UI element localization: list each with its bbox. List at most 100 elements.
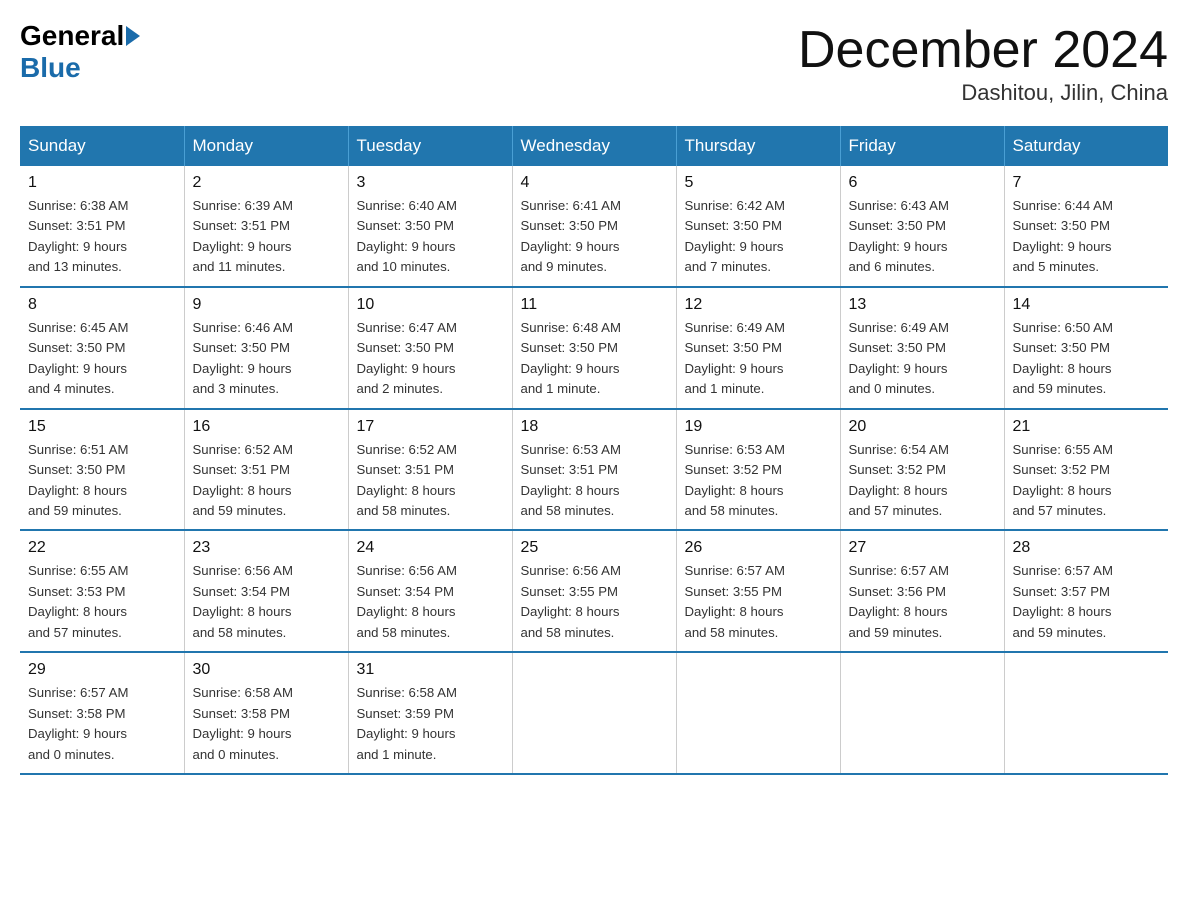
calendar-cell: 1 Sunrise: 6:38 AM Sunset: 3:51 PM Daylig… xyxy=(20,166,184,287)
day-info: Sunrise: 6:50 AM Sunset: 3:50 PM Dayligh… xyxy=(1013,318,1161,400)
day-number: 25 xyxy=(521,539,668,557)
day-info: Sunrise: 6:43 AM Sunset: 3:50 PM Dayligh… xyxy=(849,196,996,278)
day-info: Sunrise: 6:49 AM Sunset: 3:50 PM Dayligh… xyxy=(849,318,996,400)
day-number: 11 xyxy=(521,296,668,314)
calendar-cell: 25 Sunrise: 6:56 AM Sunset: 3:55 PM Dayli… xyxy=(512,530,676,652)
day-info: Sunrise: 6:47 AM Sunset: 3:50 PM Dayligh… xyxy=(357,318,504,400)
calendar-week-row: 15Sunrise: 6:51 AM Sunset: 3:50 PM Dayli… xyxy=(20,409,1168,531)
day-number: 23 xyxy=(193,539,340,557)
calendar-cell xyxy=(840,652,1004,774)
calendar-cell: 12 Sunrise: 6:49 AM Sunset: 3:50 PM Dayli… xyxy=(676,287,840,409)
calendar-cell: 18Sunrise: 6:53 AM Sunset: 3:51 PM Dayli… xyxy=(512,409,676,531)
calendar-cell: 20Sunrise: 6:54 AM Sunset: 3:52 PM Dayli… xyxy=(840,409,1004,531)
calendar-cell xyxy=(512,652,676,774)
calendar-cell: 28 Sunrise: 6:57 AM Sunset: 3:57 PM Dayli… xyxy=(1004,530,1168,652)
calendar-week-row: 1 Sunrise: 6:38 AM Sunset: 3:51 PM Daylig… xyxy=(20,166,1168,287)
title-block: December 2024 Dashitou, Jilin, China xyxy=(798,20,1168,106)
calendar-cell: 7 Sunrise: 6:44 AM Sunset: 3:50 PM Daylig… xyxy=(1004,166,1168,287)
calendar-cell: 30Sunrise: 6:58 AM Sunset: 3:58 PM Dayli… xyxy=(184,652,348,774)
header-thursday: Thursday xyxy=(676,126,840,166)
logo: General Blue xyxy=(20,20,142,84)
calendar-cell: 27 Sunrise: 6:57 AM Sunset: 3:56 PM Dayli… xyxy=(840,530,1004,652)
day-number: 14 xyxy=(1013,296,1161,314)
day-number: 19 xyxy=(685,418,832,436)
calendar-cell: 31Sunrise: 6:58 AM Sunset: 3:59 PM Dayli… xyxy=(348,652,512,774)
calendar-week-row: 29Sunrise: 6:57 AM Sunset: 3:58 PM Dayli… xyxy=(20,652,1168,774)
day-number: 5 xyxy=(685,174,832,192)
calendar-week-row: 22 Sunrise: 6:55 AM Sunset: 3:53 PM Dayli… xyxy=(20,530,1168,652)
day-number: 13 xyxy=(849,296,996,314)
day-number: 6 xyxy=(849,174,996,192)
day-number: 7 xyxy=(1013,174,1161,192)
day-number: 26 xyxy=(685,539,832,557)
calendar-cell: 11 Sunrise: 6:48 AM Sunset: 3:50 PM Dayli… xyxy=(512,287,676,409)
day-number: 16 xyxy=(193,418,340,436)
day-info: Sunrise: 6:58 AM Sunset: 3:58 PM Dayligh… xyxy=(193,683,340,765)
header-friday: Friday xyxy=(840,126,1004,166)
day-info: Sunrise: 6:56 AM Sunset: 3:54 PM Dayligh… xyxy=(193,561,340,643)
day-info: Sunrise: 6:44 AM Sunset: 3:50 PM Dayligh… xyxy=(1013,196,1161,278)
day-info: Sunrise: 6:55 AM Sunset: 3:53 PM Dayligh… xyxy=(28,561,176,643)
calendar-cell: 3 Sunrise: 6:40 AM Sunset: 3:50 PM Daylig… xyxy=(348,166,512,287)
calendar-cell: 9Sunrise: 6:46 AM Sunset: 3:50 PM Daylig… xyxy=(184,287,348,409)
day-info: Sunrise: 6:40 AM Sunset: 3:50 PM Dayligh… xyxy=(357,196,504,278)
header-saturday: Saturday xyxy=(1004,126,1168,166)
day-number: 8 xyxy=(28,296,176,314)
day-number: 21 xyxy=(1013,418,1161,436)
day-number: 20 xyxy=(849,418,996,436)
location-title: Dashitou, Jilin, China xyxy=(798,80,1168,106)
calendar-cell xyxy=(676,652,840,774)
logo-arrow-icon xyxy=(126,26,140,46)
calendar-week-row: 8 Sunrise: 6:45 AM Sunset: 3:50 PM Daylig… xyxy=(20,287,1168,409)
day-number: 15 xyxy=(28,418,176,436)
day-info: Sunrise: 6:39 AM Sunset: 3:51 PM Dayligh… xyxy=(193,196,340,278)
day-info: Sunrise: 6:57 AM Sunset: 3:55 PM Dayligh… xyxy=(685,561,832,643)
day-info: Sunrise: 6:52 AM Sunset: 3:51 PM Dayligh… xyxy=(357,440,504,522)
calendar-cell: 6 Sunrise: 6:43 AM Sunset: 3:50 PM Daylig… xyxy=(840,166,1004,287)
calendar-cell xyxy=(1004,652,1168,774)
header-monday: Monday xyxy=(184,126,348,166)
day-info: Sunrise: 6:53 AM Sunset: 3:51 PM Dayligh… xyxy=(521,440,668,522)
calendar-cell: 24Sunrise: 6:56 AM Sunset: 3:54 PM Dayli… xyxy=(348,530,512,652)
day-number: 27 xyxy=(849,539,996,557)
calendar-cell: 10 Sunrise: 6:47 AM Sunset: 3:50 PM Dayli… xyxy=(348,287,512,409)
day-info: Sunrise: 6:53 AM Sunset: 3:52 PM Dayligh… xyxy=(685,440,832,522)
calendar-cell: 29Sunrise: 6:57 AM Sunset: 3:58 PM Dayli… xyxy=(20,652,184,774)
day-number: 10 xyxy=(357,296,504,314)
calendar-cell: 19 Sunrise: 6:53 AM Sunset: 3:52 PM Dayli… xyxy=(676,409,840,531)
day-info: Sunrise: 6:57 AM Sunset: 3:56 PM Dayligh… xyxy=(849,561,996,643)
day-number: 31 xyxy=(357,661,504,679)
day-info: Sunrise: 6:38 AM Sunset: 3:51 PM Dayligh… xyxy=(28,196,176,278)
calendar-cell: 13 Sunrise: 6:49 AM Sunset: 3:50 PM Dayli… xyxy=(840,287,1004,409)
logo-blue-text: Blue xyxy=(20,52,81,84)
day-number: 22 xyxy=(28,539,176,557)
day-number: 3 xyxy=(357,174,504,192)
day-info: Sunrise: 6:55 AM Sunset: 3:52 PM Dayligh… xyxy=(1013,440,1161,522)
day-number: 28 xyxy=(1013,539,1161,557)
day-info: Sunrise: 6:57 AM Sunset: 3:57 PM Dayligh… xyxy=(1013,561,1161,643)
day-info: Sunrise: 6:49 AM Sunset: 3:50 PM Dayligh… xyxy=(685,318,832,400)
calendar-cell: 4 Sunrise: 6:41 AM Sunset: 3:50 PM Daylig… xyxy=(512,166,676,287)
day-info: Sunrise: 6:56 AM Sunset: 3:55 PM Dayligh… xyxy=(521,561,668,643)
logo-general-text: General xyxy=(20,20,124,52)
page-header: General Blue December 2024 Dashitou, Jil… xyxy=(20,20,1168,106)
calendar-cell: 22 Sunrise: 6:55 AM Sunset: 3:53 PM Dayli… xyxy=(20,530,184,652)
calendar-cell: 8 Sunrise: 6:45 AM Sunset: 3:50 PM Daylig… xyxy=(20,287,184,409)
day-number: 12 xyxy=(685,296,832,314)
calendar-cell: 21 Sunrise: 6:55 AM Sunset: 3:52 PM Dayli… xyxy=(1004,409,1168,531)
day-info: Sunrise: 6:42 AM Sunset: 3:50 PM Dayligh… xyxy=(685,196,832,278)
calendar-cell: 14 Sunrise: 6:50 AM Sunset: 3:50 PM Dayli… xyxy=(1004,287,1168,409)
day-number: 9 xyxy=(193,296,340,314)
calendar-cell: 2Sunrise: 6:39 AM Sunset: 3:51 PM Daylig… xyxy=(184,166,348,287)
day-info: Sunrise: 6:48 AM Sunset: 3:50 PM Dayligh… xyxy=(521,318,668,400)
day-number: 4 xyxy=(521,174,668,192)
calendar-cell: 23 Sunrise: 6:56 AM Sunset: 3:54 PM Dayli… xyxy=(184,530,348,652)
day-info: Sunrise: 6:57 AM Sunset: 3:58 PM Dayligh… xyxy=(28,683,176,765)
day-number: 1 xyxy=(28,174,176,192)
day-info: Sunrise: 6:45 AM Sunset: 3:50 PM Dayligh… xyxy=(28,318,176,400)
header-wednesday: Wednesday xyxy=(512,126,676,166)
day-info: Sunrise: 6:41 AM Sunset: 3:50 PM Dayligh… xyxy=(521,196,668,278)
header-tuesday: Tuesday xyxy=(348,126,512,166)
day-info: Sunrise: 6:56 AM Sunset: 3:54 PM Dayligh… xyxy=(357,561,504,643)
calendar-cell: 5 Sunrise: 6:42 AM Sunset: 3:50 PM Daylig… xyxy=(676,166,840,287)
